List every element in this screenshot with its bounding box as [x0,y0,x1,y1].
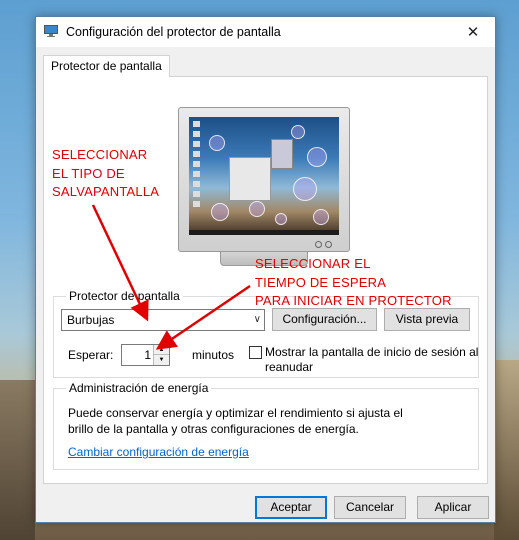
annotation-line: SALVAPANTALLA [52,184,160,199]
wait-label: Esperar: [68,348,114,362]
desktop-icon [193,141,200,147]
monitor-led [315,241,322,248]
bubble [307,147,327,167]
desktop-icon [193,201,200,207]
desktop-icon [193,161,200,167]
bubble [313,209,329,225]
desktop-icon [193,191,200,197]
tab-screensaver[interactable]: Protector de pantalla [43,55,170,77]
wait-minutes-stepper[interactable]: 1 ▲ ▼ [121,344,170,366]
screensaver-preview-monitor [178,107,350,267]
preview-window [271,139,293,169]
preview-screen [189,117,339,235]
desktop-icon [193,171,200,177]
desktop-icon [193,121,200,127]
bubble [249,201,265,217]
annotation-line: EL TIPO DE [52,165,125,181]
apply-button[interactable]: Aplicar [417,496,489,519]
annotation-line: PARA INICIAR EN PROTECTOR [255,293,452,308]
screensaver-monitor-icon [44,25,58,37]
change-power-settings-link[interactable]: Cambiar configuración de energía [68,445,249,459]
cancel-button[interactable]: Cancelar [334,496,406,519]
desktop-background-right [494,360,519,540]
title-bar: Configuración del protector de pantalla … [36,17,495,47]
desktop-icon [193,181,200,187]
bubble [293,177,317,201]
bubble [209,135,225,151]
close-button[interactable]: ✕ [451,17,495,47]
triangle-up-icon[interactable]: ▲ [154,345,169,355]
stepper-buttons: ▲ ▼ [153,345,169,365]
triangle-down-icon[interactable]: ▼ [154,355,169,365]
annotation-line: SELECCIONAR [52,147,148,162]
close-icon: ✕ [466,24,480,41]
preview-button[interactable]: Vista previa [384,308,470,331]
screensaver-selected-value: Burbujas [67,313,115,327]
monitor-power-button [325,241,332,248]
screensaver-group-legend: Protector de pantalla [69,289,180,303]
wait-minutes-value: 1 [144,348,151,362]
screensaver-select[interactable]: Burbujas ∨ [61,309,265,331]
desktop-icon [193,151,200,157]
monitor-bezel [178,107,350,252]
settings-button[interactable]: Configuración... [272,308,377,331]
minutes-label: minutos [192,348,235,362]
ok-button[interactable]: Aceptar [255,496,327,519]
desktop-icon [193,131,200,137]
chevron-down-icon: ∨ [253,314,261,325]
annotation-select-type: SELECCIONAR EL TIPO DE SALVAPANTALLA [52,146,159,202]
preview-window [229,157,271,201]
power-description: Puede conservar energía y optimizar el r… [68,406,403,436]
power-group-legend: Administración de energía [69,381,209,395]
bubble [275,213,287,225]
window-title: Configuración del protector de pantalla [66,25,281,39]
resume-logon-label: Mostrar la pantalla de inicio de sesión … [265,345,479,374]
bubble [291,125,305,139]
desktop-background [0,380,35,540]
annotation-select-time: SELECCIONAR EL TIEMPO DE ESPERA PARA INI… [255,255,452,311]
bubble [211,203,229,221]
annotation-line: SELECCIONAR EL [255,256,371,271]
annotation-line: TIEMPO DE ESPERA [255,274,387,290]
preview-taskbar [189,230,339,235]
resume-logon-checkbox[interactable] [249,346,262,359]
